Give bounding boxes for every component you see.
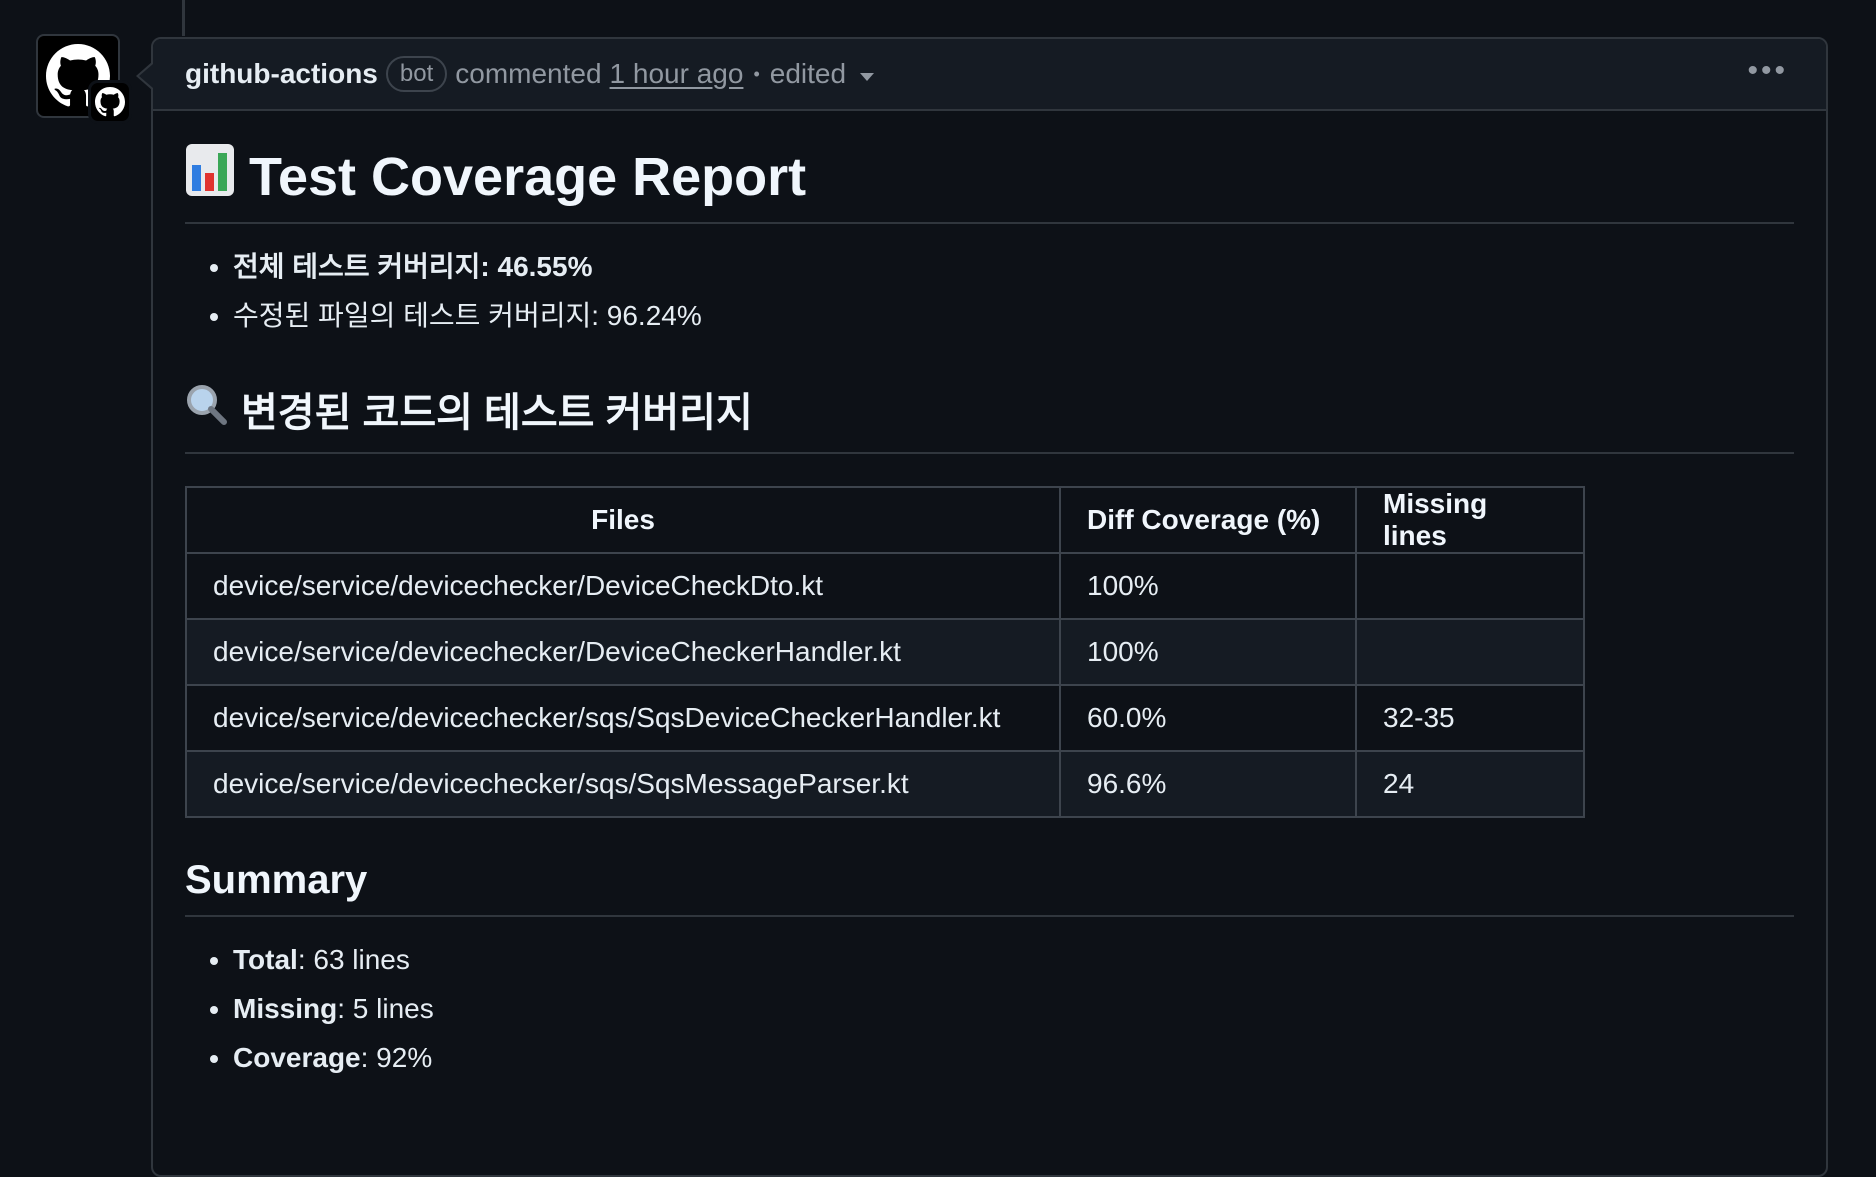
table-row: device/service/devicechecker/sqs/SqsDevi…: [185, 684, 1585, 752]
comment-body: Test Coverage Report 전체 테스트 커버리지: 46.55%…: [153, 111, 1826, 1082]
modified-coverage-text: 수정된 파일의 테스트 커버리지: 96.24%: [233, 300, 702, 331]
summary-list: Total: 63 lines Missing: 5 lines Coverag…: [185, 917, 1794, 1082]
app-badge: [88, 80, 132, 124]
table-header-row: Files Diff Coverage (%) Missing lines: [185, 486, 1585, 554]
column-header-coverage: Diff Coverage (%): [1059, 486, 1357, 554]
list-item: 수정된 파일의 테스트 커버리지: 96.24%: [233, 291, 1794, 340]
missing-cell: 32-35: [1355, 684, 1585, 752]
chevron-down-icon: [860, 73, 875, 81]
summary-coverage-value: : 92%: [360, 1042, 433, 1073]
list-item: Coverage: 92%: [233, 1033, 1794, 1082]
file-cell: device/service/devicechecker/sqs/SqsMess…: [185, 750, 1061, 818]
report-title: Test Coverage Report: [185, 111, 1794, 224]
comment-header: github-actions bot commented 1 hour ago …: [153, 39, 1826, 111]
report-title-text: Test Coverage Report: [249, 146, 807, 207]
timeline-line: [182, 0, 185, 36]
list-item: Total: 63 lines: [233, 935, 1794, 984]
bar-chart-icon: [185, 143, 235, 210]
file-cell: device/service/devicechecker/sqs/SqsDevi…: [185, 684, 1061, 752]
coverage-overview-list: 전체 테스트 커버리지: 46.55% 수정된 파일의 테스트 커버리지: 96…: [185, 224, 1794, 358]
action-text: commented: [455, 58, 602, 89]
coverage-cell: 96.6%: [1059, 750, 1357, 818]
summary-total-value: : 63 lines: [297, 944, 410, 975]
summary-coverage-label: Coverage: [233, 1042, 361, 1073]
missing-cell: [1355, 552, 1585, 620]
coverage-cell: 100%: [1059, 552, 1357, 620]
summary-heading-text: Summary: [185, 858, 368, 902]
diff-coverage-heading-text: 변경된 코드의 테스트 커버리지: [241, 391, 753, 435]
file-cell: device/service/devicechecker/DeviceCheck…: [185, 618, 1061, 686]
column-header-missing: Missing lines: [1355, 486, 1585, 554]
total-coverage-text: 전체 테스트 커버리지: 46.55%: [233, 251, 593, 282]
coverage-cell: 100%: [1059, 618, 1357, 686]
table-row: device/service/devicechecker/sqs/SqsMess…: [185, 750, 1585, 818]
missing-cell: 24: [1355, 750, 1585, 818]
summary-total-label: Total: [233, 944, 298, 975]
author-link[interactable]: github-actions: [185, 58, 378, 90]
coverage-cell: 60.0%: [1059, 684, 1357, 752]
diff-coverage-heading: 변경된 코드의 테스트 커버리지: [185, 358, 1794, 454]
edited-label: edited: [769, 58, 847, 89]
magnifier-icon: [185, 383, 227, 435]
separator-dot: •: [753, 63, 760, 84]
file-cell: device/service/devicechecker/DeviceCheck…: [185, 552, 1061, 620]
bot-badge: bot: [385, 56, 448, 92]
summary-missing-value: : 5 lines: [337, 993, 434, 1024]
missing-cell: [1355, 618, 1585, 686]
timestamp-link[interactable]: 1 hour ago: [610, 58, 744, 90]
column-header-files: Files: [185, 486, 1061, 554]
comment-caret-fill: [139, 64, 153, 88]
edited-dropdown[interactable]: edited: [769, 58, 875, 90]
github-icon: [95, 87, 125, 117]
summary-missing-label: Missing: [233, 993, 338, 1024]
list-item: Missing: 5 lines: [233, 984, 1794, 1033]
table-row: device/service/devicechecker/DeviceCheck…: [185, 618, 1585, 686]
diff-coverage-table: Files Diff Coverage (%) Missing lines de…: [185, 486, 1585, 818]
more-options-button[interactable]: •••: [1747, 56, 1788, 86]
comment-box: github-actions bot commented 1 hour ago …: [151, 37, 1828, 1177]
table-row: device/service/devicechecker/DeviceCheck…: [185, 552, 1585, 620]
summary-heading: Summary: [185, 818, 1794, 917]
list-item: 전체 테스트 커버리지: 46.55%: [233, 242, 1794, 291]
